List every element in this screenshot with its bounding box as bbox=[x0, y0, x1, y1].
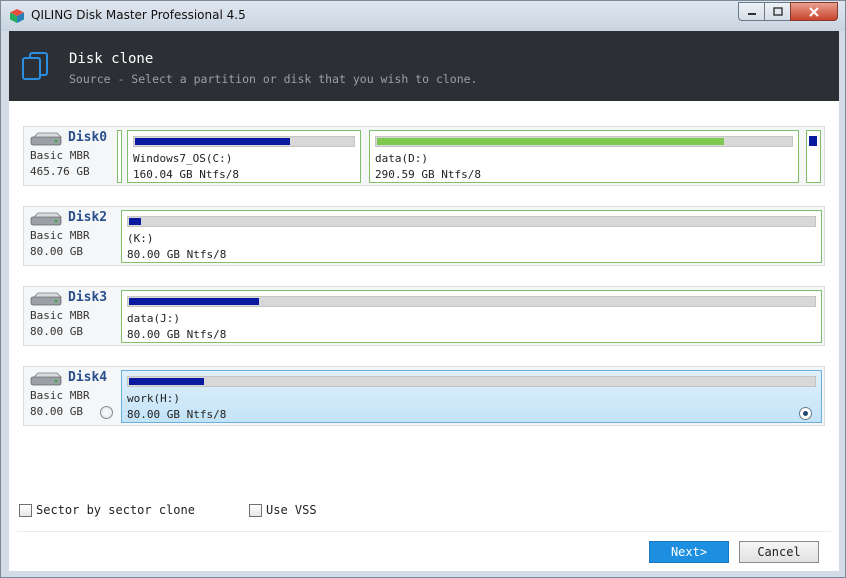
disk-info: Disk3 Basic MBR 80.00 GB bbox=[30, 287, 120, 345]
usage-bar bbox=[127, 296, 816, 307]
close-button[interactable] bbox=[790, 2, 838, 21]
usage-fill bbox=[129, 298, 259, 305]
partition-meta: 290.59 GB Ntfs/8 bbox=[375, 168, 481, 181]
partition-radio-selected[interactable] bbox=[799, 407, 812, 420]
disk-row-disk0: Disk0 Basic MBR 465.76 GB Windows7_OS(C:… bbox=[23, 126, 825, 186]
app-logo-icon bbox=[10, 9, 24, 23]
page-title: Disk clone bbox=[69, 51, 154, 67]
disk-row-disk3: Disk3 Basic MBR 80.00 GB data(J:) 80.00 … bbox=[23, 286, 825, 346]
hard-disk-icon bbox=[30, 132, 62, 146]
minimize-icon bbox=[747, 12, 756, 15]
usage-bar bbox=[127, 376, 816, 387]
partition-j[interactable]: data(J:) 80.00 GB Ntfs/8 bbox=[121, 290, 822, 343]
disk-size: 80.00 GB bbox=[30, 245, 83, 258]
disk-type: Basic MBR bbox=[30, 389, 90, 402]
partition-meta: 80.00 GB Ntfs/8 bbox=[127, 328, 227, 341]
disk-info: Disk0 Basic MBR 465.76 GB bbox=[30, 127, 120, 185]
disk-name: Disk3 bbox=[68, 290, 108, 305]
next-button[interactable]: Next> bbox=[649, 541, 729, 563]
use-vss-checkbox[interactable] bbox=[249, 503, 262, 517]
partition-label: (K:) bbox=[127, 232, 154, 245]
partition-c[interactable]: Windows7_OS(C:) 160.04 GB Ntfs/8 bbox=[127, 130, 361, 183]
use-vss-label: Use VSS bbox=[266, 503, 317, 517]
unallocated-partition[interactable] bbox=[117, 130, 122, 183]
disk-name: Disk0 bbox=[68, 130, 108, 145]
partition-label: data(D:) bbox=[375, 152, 428, 165]
window-title: QILING Disk Master Professional 4.5 bbox=[31, 8, 246, 22]
partition-d[interactable]: data(D:) 290.59 GB Ntfs/8 bbox=[369, 130, 799, 183]
partition-h[interactable]: work(H:) 80.00 GB Ntfs/8 bbox=[121, 370, 822, 423]
wizard-header: Disk clone Source - Select a partition o… bbox=[9, 31, 839, 101]
page-subtitle: Source - Select a partition or disk that… bbox=[69, 72, 478, 86]
partition-label: data(J:) bbox=[127, 312, 180, 325]
usage-bar bbox=[133, 136, 355, 147]
partition-meta: 80.00 GB Ntfs/8 bbox=[127, 248, 227, 261]
close-icon bbox=[809, 6, 819, 17]
usage-fill bbox=[377, 138, 724, 145]
disk-size: 465.76 GB bbox=[30, 165, 90, 178]
maximize-icon bbox=[772, 7, 783, 16]
sector-by-sector-checkbox[interactable] bbox=[19, 503, 32, 517]
disk-info: Disk4 Basic MBR 80.00 GB bbox=[30, 367, 120, 425]
disk-type: Basic MBR bbox=[30, 229, 90, 242]
partition-label: Windows7_OS(C:) bbox=[133, 152, 233, 165]
use-vss-option[interactable]: Use VSS bbox=[249, 503, 317, 517]
disk-radio[interactable] bbox=[100, 406, 113, 419]
disk-info: Disk2 Basic MBR 80.00 GB bbox=[30, 207, 120, 265]
disk-name: Disk2 bbox=[68, 210, 108, 225]
small-partition[interactable] bbox=[806, 130, 821, 183]
disk-name: Disk4 bbox=[68, 370, 108, 385]
app-window: QILING Disk Master Professional 4.5 Disk… bbox=[0, 0, 846, 578]
footer-divider bbox=[17, 531, 831, 532]
maximize-button[interactable] bbox=[764, 2, 791, 21]
partition-label: work(H:) bbox=[127, 392, 180, 405]
sector-by-sector-option[interactable]: Sector by sector clone bbox=[19, 503, 195, 517]
minimize-button[interactable] bbox=[738, 2, 765, 21]
disk-type: Basic MBR bbox=[30, 309, 90, 322]
partition-meta: 160.04 GB Ntfs/8 bbox=[133, 168, 239, 181]
hard-disk-icon bbox=[30, 372, 62, 386]
sector-by-sector-label: Sector by sector clone bbox=[36, 503, 195, 517]
partition-meta: 80.00 GB Ntfs/8 bbox=[127, 408, 227, 421]
disk-row-disk4: Disk4 Basic MBR 80.00 GB work(H:) 80.00 … bbox=[23, 366, 825, 426]
hard-disk-icon bbox=[30, 212, 62, 226]
disk-row-disk2: Disk2 Basic MBR 80.00 GB (K:) 80.00 GB N… bbox=[23, 206, 825, 266]
usage-bar bbox=[127, 216, 816, 227]
usage-fill bbox=[809, 136, 817, 146]
usage-bar bbox=[375, 136, 793, 147]
partition-k[interactable]: (K:) 80.00 GB Ntfs/8 bbox=[121, 210, 822, 263]
usage-fill bbox=[135, 138, 290, 145]
disk-list: Disk0 Basic MBR 465.76 GB Windows7_OS(C:… bbox=[9, 101, 839, 571]
usage-fill bbox=[129, 218, 141, 225]
disk-size: 80.00 GB bbox=[30, 405, 83, 418]
cancel-button[interactable]: Cancel bbox=[739, 541, 819, 563]
disk-size: 80.00 GB bbox=[30, 325, 83, 338]
hard-disk-icon bbox=[30, 292, 62, 306]
disk-type: Basic MBR bbox=[30, 149, 90, 162]
clone-icon bbox=[22, 52, 48, 80]
title-bar: QILING Disk Master Professional 4.5 bbox=[1, 1, 845, 31]
usage-fill bbox=[129, 378, 204, 385]
